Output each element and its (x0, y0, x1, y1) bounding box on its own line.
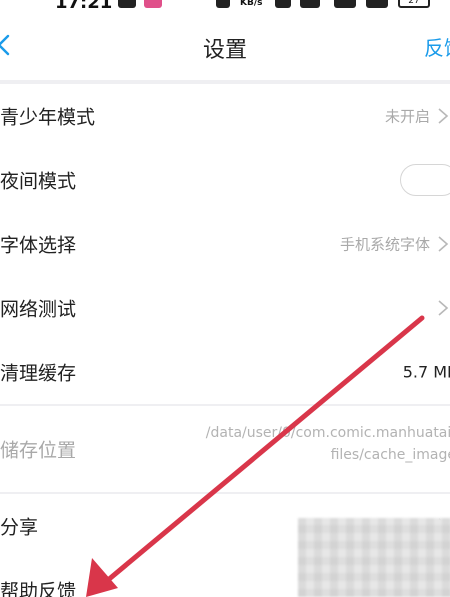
app-notification-icon (118, 0, 136, 8)
font-select-value: 手机系统字体 (339, 235, 430, 254)
mute-bell-icon (216, 0, 230, 8)
font-select-label: 字体选择 (0, 234, 77, 257)
status-time: 17:21 (55, 0, 113, 13)
chevron-right-icon (438, 236, 449, 252)
wifi-icon (275, 0, 291, 8)
settings-header: 设置 反馈 (0, 14, 450, 80)
teen-mode-label: 青少年模式 (0, 106, 96, 129)
chevron-right-icon (438, 108, 449, 124)
page-title: 设置 (202, 38, 247, 63)
teen-mode-status: 未开启 (384, 107, 430, 126)
signal-icon (334, 0, 356, 8)
hd-icon (300, 0, 320, 8)
battery-icon: 27 (398, 0, 430, 8)
app-notification-icon (144, 0, 162, 8)
storage-path-line: /data/user/0/com.comic.manhuatai/ (205, 425, 450, 441)
row-clear-cache[interactable]: 清理缓存 5.7 MB (0, 340, 450, 404)
settings-group-storage: 储存位置 /data/user/0/com.comic.manhuatai/ f… (0, 406, 450, 492)
row-storage-location: 储存位置 /data/user/0/com.comic.manhuatai/ f… (0, 406, 450, 492)
storage-path-line: files/cache_image (330, 447, 450, 463)
network-test-label: 网络测试 (0, 298, 77, 321)
chevron-right-icon (438, 300, 449, 316)
row-night-mode: 夜间模式 (0, 148, 450, 212)
help-feedback-label: 帮助反馈 (0, 580, 77, 597)
settings-group-general: 青少年模式 未开启 夜间模式 字体选择 手机系统字体 网络测试 清理缓存 5.7… (0, 84, 450, 404)
night-mode-toggle[interactable] (400, 164, 450, 196)
signal-icon (366, 0, 388, 8)
feedback-link[interactable]: 反馈 (424, 32, 450, 61)
share-label: 分享 (0, 516, 39, 539)
clear-cache-label: 清理缓存 (0, 362, 77, 385)
night-mode-label: 夜间模式 (0, 170, 77, 193)
row-font-select[interactable]: 字体选择 手机系统字体 (0, 212, 450, 276)
storage-path-value: /data/user/0/com.comic.manhuatai/ files/… (206, 422, 450, 466)
row-teen-mode[interactable]: 青少年模式 未开启 (0, 84, 450, 148)
status-bar: 17:21 KB/s 27 (0, 0, 450, 14)
network-speed: KB/s (240, 0, 263, 8)
cache-size-value: 5.7 MB (402, 362, 450, 382)
row-network-test[interactable]: 网络测试 (0, 276, 450, 340)
storage-location-label: 储存位置 (0, 439, 77, 462)
blurred-region (298, 518, 450, 597)
